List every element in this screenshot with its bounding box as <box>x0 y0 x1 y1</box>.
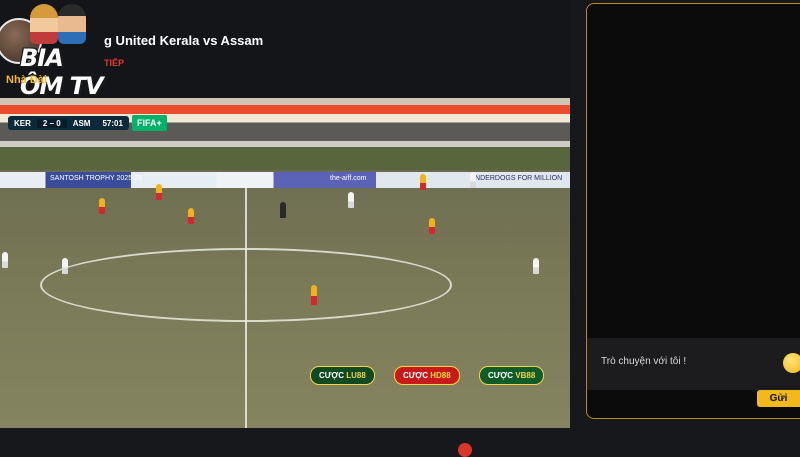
ad-board-text: the-aiff.com <box>330 175 367 182</box>
live-label: TIẾP <box>104 58 125 68</box>
mascot-man <box>58 4 86 44</box>
player <box>156 184 162 200</box>
player <box>348 192 354 208</box>
brand-name: BIA ÔM TV <box>20 44 104 100</box>
home-team: KER <box>14 118 31 128</box>
player <box>2 252 8 268</box>
match-clock: 57:01 <box>102 118 123 128</box>
bet-brand: VB88 <box>515 371 536 380</box>
emoji-icon[interactable] <box>783 353 800 373</box>
bet-prefix: CƯỢC <box>403 371 429 380</box>
score: 2 – 0 <box>36 118 67 128</box>
away-team: ASM <box>72 118 91 128</box>
ad-board-text: UNDERDOGS FOR MILLION <box>470 175 563 182</box>
ad-board-text: SANTOSH TROPHY 2025-26 <box>50 175 143 182</box>
center-circle <box>40 248 452 322</box>
site-logo[interactable]: BIA ÔM TV Nhà Đài <box>0 0 112 100</box>
match-title: g United Kerala vs Assam <box>104 33 264 48</box>
stadium-stands <box>0 98 570 170</box>
player <box>533 258 539 274</box>
video-player[interactable]: SANTOSH TROPHY 2025-26 the-aiff.com UNDE… <box>0 98 570 428</box>
player <box>99 198 105 214</box>
referee <box>280 202 286 218</box>
player <box>470 172 476 188</box>
bet-brand: LU88 <box>346 371 366 380</box>
player <box>311 285 317 305</box>
stream-panel: BIA ÔM TV Nhà Đài g United Kerala vs Ass… <box>0 0 570 428</box>
floating-button[interactable] <box>458 443 472 457</box>
chat-input[interactable]: Trò chuyện với tôi ! <box>601 356 771 367</box>
scorebug: KER 2 – 0 ASM 57:01 <box>8 116 129 130</box>
bet-vb88-button[interactable]: CƯỢC VB88 <box>479 366 545 385</box>
bet-brand: HD88 <box>430 371 451 380</box>
bet-hd88-button[interactable]: CƯỢC HD88 <box>394 366 460 385</box>
bet-prefix: CƯỢC <box>488 371 514 380</box>
ad-boards: SANTOSH TROPHY 2025-26 the-aiff.com UNDE… <box>0 172 570 188</box>
player <box>420 174 426 190</box>
player <box>188 208 194 224</box>
broadcaster-label: Nhà Đài <box>6 74 47 86</box>
stream-header: BIA ÔM TV Nhà Đài g United Kerala vs Ass… <box>0 0 570 100</box>
player <box>62 258 68 274</box>
bet-lu88-button[interactable]: CƯỢC LU88 <box>310 366 375 385</box>
bet-prefix: CƯỢC <box>319 371 345 380</box>
send-button[interactable]: Gửi <box>757 390 800 407</box>
fifa-plus-badge: FIFA+ <box>132 115 167 131</box>
mascot-woman <box>30 4 58 44</box>
player <box>429 218 435 234</box>
